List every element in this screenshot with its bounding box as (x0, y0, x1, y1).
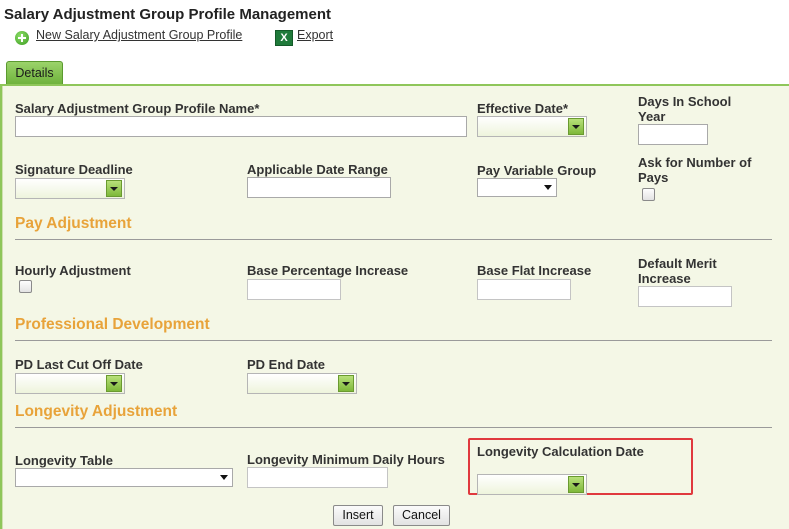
base-flat-increase-input[interactable] (477, 279, 571, 300)
default-merit-increase-input[interactable] (638, 286, 732, 307)
page-title: Salary Adjustment Group Profile Manageme… (4, 6, 332, 23)
calendar-dropdown-icon[interactable] (338, 375, 354, 392)
section-title-professional-development: Professional Development (15, 316, 210, 333)
hourly-adjustment-label: Hourly Adjustment (15, 263, 131, 278)
effective-date-input[interactable] (477, 116, 587, 137)
plus-circle-icon[interactable] (15, 31, 29, 45)
tab-details[interactable]: Details (6, 61, 63, 84)
section-divider (15, 340, 772, 341)
calendar-dropdown-icon[interactable] (106, 180, 122, 197)
days-in-school-year-input[interactable] (638, 124, 708, 145)
pd-last-cut-off-date-input[interactable] (15, 373, 125, 394)
export-link[interactable]: Export (297, 28, 333, 42)
excel-icon[interactable]: X (275, 30, 293, 46)
profile-name-input[interactable] (15, 116, 467, 137)
applicable-date-range-input[interactable] (247, 177, 391, 198)
longevity-table-label: Longevity Table (15, 453, 113, 468)
pd-end-date-input[interactable] (247, 373, 357, 394)
insert-button[interactable]: Insert (333, 505, 383, 526)
panel-left-border (0, 86, 2, 529)
hourly-adjustment-checkbox[interactable] (19, 280, 32, 293)
longevity-table-select[interactable] (15, 468, 233, 487)
pay-variable-group-label: Pay Variable Group (477, 163, 597, 178)
longevity-minimum-daily-hours-label: Longevity Minimum Daily Hours (247, 452, 445, 467)
longevity-minimum-daily-hours-input[interactable] (247, 467, 388, 488)
calendar-dropdown-icon[interactable] (106, 375, 122, 392)
calendar-dropdown-icon[interactable] (568, 476, 584, 493)
section-divider (15, 427, 772, 428)
signature-deadline-label: Signature Deadline (15, 162, 133, 177)
effective-date-label: Effective Date* (477, 101, 569, 116)
pay-variable-group-select[interactable] (477, 178, 557, 197)
applicable-date-range-label: Applicable Date Range (247, 162, 388, 177)
ask-number-of-pays-checkbox[interactable] (642, 188, 655, 201)
cancel-button[interactable]: Cancel (393, 505, 450, 526)
pd-end-date-label: PD End Date (247, 357, 326, 372)
section-divider (15, 239, 772, 240)
base-percentage-increase-input[interactable] (247, 279, 341, 300)
dropdown-arrow-icon (544, 185, 552, 190)
profile-name-label: Salary Adjustment Group Profile Name* (15, 101, 260, 116)
section-title-longevity-adjustment: Longevity Adjustment (15, 403, 178, 420)
new-profile-link[interactable]: New Salary Adjustment Group Profile (36, 28, 242, 42)
ask-number-of-pays-label: Ask for Number of Pays (638, 155, 752, 185)
signature-deadline-input[interactable] (15, 178, 125, 199)
pd-last-cut-off-date-label: PD Last Cut Off Date (15, 357, 143, 372)
dropdown-arrow-icon (220, 475, 228, 480)
section-title-pay-adjustment: Pay Adjustment (15, 215, 132, 232)
days-in-school-year-label: Days In School Year (638, 94, 732, 124)
calendar-dropdown-icon[interactable] (568, 118, 584, 135)
default-merit-increase-label: Default Merit Increase (638, 256, 717, 286)
base-percentage-increase-label: Base Percentage Increase (247, 263, 409, 278)
longevity-calculation-date-input[interactable] (477, 474, 587, 495)
base-flat-increase-label: Base Flat Increase (477, 263, 592, 278)
longevity-calculation-date-label: Longevity Calculation Date (477, 444, 644, 459)
